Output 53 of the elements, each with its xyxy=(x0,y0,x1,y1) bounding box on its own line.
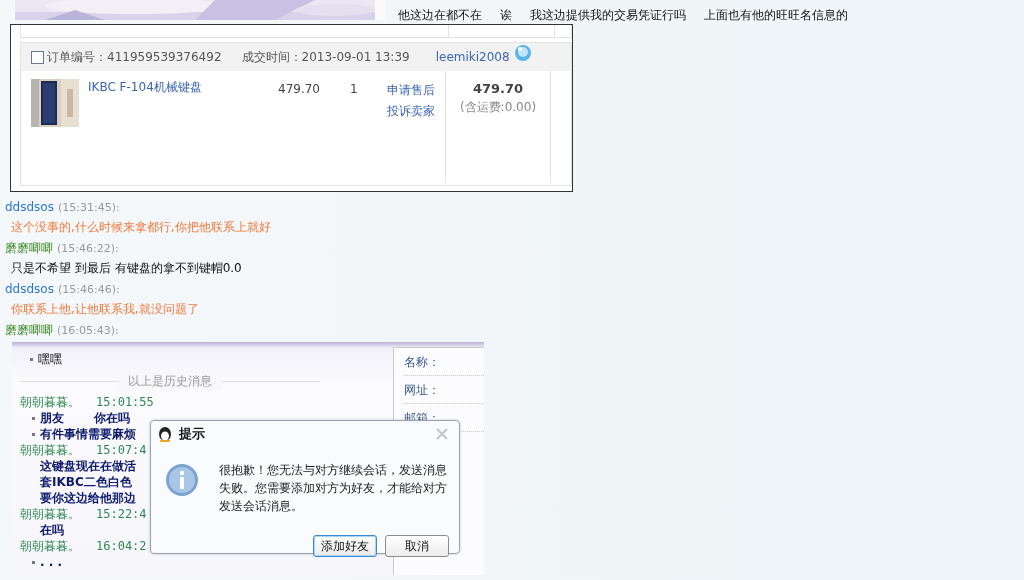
message-text: 朋友 xyxy=(40,410,64,426)
message-time: (16:05:43): xyxy=(57,324,119,337)
product-link[interactable]: IKBC F-104机械键盘 xyxy=(88,79,278,183)
info-icon xyxy=(165,463,199,497)
field-label: 名称： xyxy=(404,355,440,369)
deal-time: 成交时间：2013-09-01 13:39 xyxy=(241,48,410,66)
message-time: 15:22:4 xyxy=(96,507,147,521)
message-text: 只是不希望 到最后 有键盘的拿不到键帽0.0 xyxy=(11,260,243,277)
message-text: 套IKBC二色白色 xyxy=(40,474,132,490)
chat-text: 我这边提供我的交易凭证行吗 xyxy=(530,8,686,22)
message-text: 你在吗 xyxy=(94,410,130,426)
field-label: 网址： xyxy=(404,383,440,397)
history-message: 嘿嘿 xyxy=(38,350,62,368)
message-time: 15:01:55 xyxy=(96,395,154,409)
message-time: 16:04:2 xyxy=(96,539,147,553)
chat-text: 他这边在都不在 xyxy=(398,8,482,22)
dialog-button[interactable]: 取消 xyxy=(385,535,449,557)
action-link[interactable]: 投诉卖家 xyxy=(387,103,435,120)
message-text: 这个没事的,什么时候来拿都行,你把他联系上就好 xyxy=(11,219,272,236)
checkbox[interactable] xyxy=(31,50,44,64)
message-time: (15:46:22): xyxy=(57,242,119,255)
chat-text: 上面也有他的旺旺名信息的 xyxy=(704,8,848,22)
quantity: 1 xyxy=(350,82,359,98)
dialog-message: 很抱歉！您无法与对方继续会话，发送消息失败。您需要添加对方为好友，才能给对方发送会话消息。 xyxy=(219,462,448,515)
message-text: 你联系上他,让他联系我,就没问题了 xyxy=(11,301,200,318)
sender-name: ddsdsos xyxy=(5,282,54,296)
dialog-title: 提示 xyxy=(179,425,205,443)
sender-name: 朝朝暮暮。 xyxy=(20,395,80,409)
message-text: 有件事情需要麻烦 xyxy=(40,426,136,442)
close-icon[interactable] xyxy=(435,427,449,441)
sender-name: 磨磨唧唧 xyxy=(5,323,53,337)
action-link[interactable]: 申请售后 xyxy=(387,82,435,99)
dialog-button[interactable]: 添加好友 xyxy=(313,535,377,557)
seller-link[interactable]: leemiki2008 xyxy=(435,50,510,64)
unit-price: 479.70 xyxy=(278,82,321,98)
sender-name: 磨磨唧唧 xyxy=(5,241,53,255)
total-price: 479.70 xyxy=(472,81,524,96)
chat-text: 诶 xyxy=(500,8,512,22)
shipping-note: (含运费:0.00) xyxy=(459,99,537,116)
message-text: 这键盘现在在做活 xyxy=(40,458,136,474)
message-time: (15:46:46): xyxy=(57,283,120,296)
message-text: . . . xyxy=(40,554,63,570)
sender-name: 朝朝暮暮。 xyxy=(20,443,80,457)
sender-name: 朝朝暮暮。 xyxy=(20,539,80,553)
message-text: 在吗 xyxy=(40,522,64,538)
message-time: (15:31:45): xyxy=(57,201,120,214)
message-time: 15:07:4 xyxy=(96,443,147,457)
order-number: 订单编号：411959539376492 xyxy=(47,48,222,66)
message-text: 要你这边给他那边 xyxy=(40,490,136,506)
sender-name: 朝朝暮暮。 xyxy=(20,507,80,521)
sender-name: ddsdsos xyxy=(5,200,54,214)
chat-bubble-icon[interactable] xyxy=(513,44,532,62)
bird-icon xyxy=(157,426,173,442)
